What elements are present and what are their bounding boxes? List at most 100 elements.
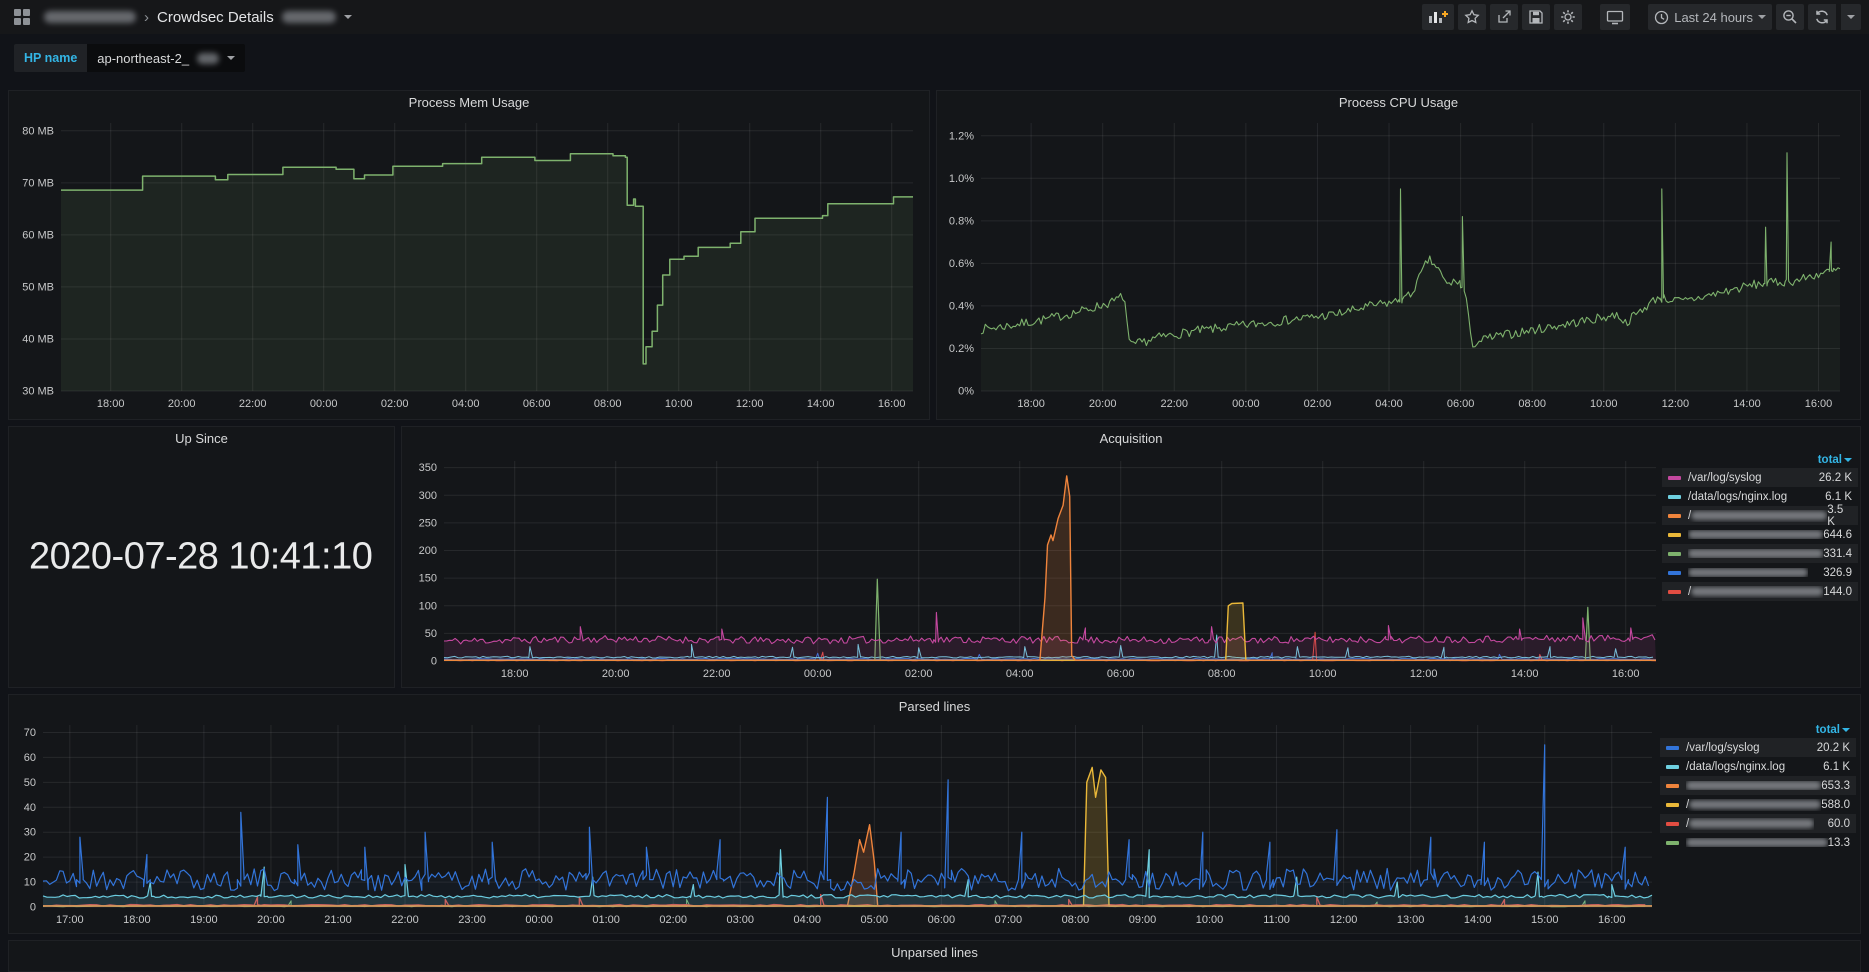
legend-row[interactable]: 326.9: [1662, 563, 1858, 582]
series-label: /data/logs/nginx.log: [1686, 761, 1785, 773]
svg-text:22:00: 22:00: [391, 914, 419, 926]
time-range-picker[interactable]: Last 24 hours: [1648, 4, 1772, 30]
svg-text:0.6%: 0.6%: [949, 258, 974, 270]
svg-text:00:00: 00:00: [310, 398, 338, 410]
series-label: /: [1688, 510, 1827, 522]
svg-text:80 MB: 80 MB: [22, 125, 54, 137]
legend-row[interactable]: 644.6: [1662, 525, 1858, 544]
legend-row[interactable]: /588.0: [1660, 795, 1856, 814]
panel-unparsed-lines: Unparsed lines: [8, 940, 1861, 972]
svg-text:12:00: 12:00: [736, 398, 764, 410]
variable-value-dropdown[interactable]: ap-northeast-2_: [87, 44, 245, 72]
svg-text:50: 50: [24, 777, 36, 789]
svg-text:14:00: 14:00: [1511, 668, 1539, 680]
svg-text:04:00: 04:00: [1006, 668, 1034, 680]
cpu-usage-chart[interactable]: 0%0.2%0.4%0.6%0.8%1.0%1.2%18:0020:0022:0…: [941, 115, 1854, 417]
svg-text:23:00: 23:00: [458, 914, 486, 926]
navbar-actions: Last 24 hours: [1422, 4, 1861, 30]
svg-text:50 MB: 50 MB: [22, 281, 54, 293]
series-total-value: 60.0: [1828, 818, 1850, 830]
series-color-swatch: [1666, 841, 1679, 845]
svg-text:20:00: 20:00: [602, 668, 630, 680]
svg-text:10:00: 10:00: [665, 398, 693, 410]
breadcrumb-separator: ›: [144, 9, 149, 26]
series-total-value: 326.9: [1823, 567, 1852, 579]
legend-row[interactable]: /var/log/syslog20.2 K: [1660, 738, 1856, 757]
cycle-view-button[interactable]: [1600, 4, 1630, 30]
legend-row[interactable]: /data/logs/nginx.log 6.1 K: [1660, 757, 1856, 776]
panel-title-cpu[interactable]: Process CPU Usage: [937, 91, 1860, 113]
clock-icon: [1654, 10, 1669, 25]
legend-sort-header[interactable]: total: [1662, 451, 1858, 468]
variable-value-suffix-redacted: [197, 53, 219, 64]
parsed-lines-chart[interactable]: 01020304050607017:0018:0019:0020:0021:00…: [13, 719, 1658, 933]
series-total-value: 26.2 K: [1819, 472, 1852, 484]
acquisition-legend: total/var/log/syslog26.2 K/data/logs/ngi…: [1662, 451, 1858, 601]
series-total-value: 653.3: [1821, 780, 1850, 792]
series-color-swatch: [1668, 571, 1681, 575]
legend-row[interactable]: /3.5 K: [1662, 506, 1858, 525]
mem-usage-chart[interactable]: 30 MB40 MB50 MB60 MB70 MB80 MB18:0020:00…: [13, 115, 923, 417]
legend-sort-header[interactable]: total: [1660, 721, 1856, 738]
panel-title-unparsed[interactable]: Unparsed lines: [9, 941, 1860, 963]
panel-title-mem[interactable]: Process Mem Usage: [9, 91, 929, 113]
series-label: /data/logs/nginx.log: [1688, 491, 1787, 503]
series-color-swatch: [1668, 476, 1681, 480]
svg-text:02:00: 02:00: [659, 914, 687, 926]
series-total-value: 588.0: [1821, 799, 1850, 811]
legend-row[interactable]: /60.0: [1660, 814, 1856, 833]
svg-text:00:00: 00:00: [804, 668, 832, 680]
legend-row[interactable]: 653.3: [1660, 776, 1856, 795]
svg-text:22:00: 22:00: [239, 398, 267, 410]
svg-text:08:00: 08:00: [1208, 668, 1236, 680]
svg-text:30 MB: 30 MB: [22, 386, 54, 398]
svg-text:20:00: 20:00: [168, 398, 196, 410]
svg-text:40 MB: 40 MB: [22, 333, 54, 345]
breadcrumb-folder-redacted[interactable]: [44, 11, 136, 23]
svg-text:40: 40: [24, 802, 36, 814]
legend-row[interactable]: 331.4: [1662, 544, 1858, 563]
save-button[interactable]: [1522, 4, 1550, 30]
svg-text:20:00: 20:00: [257, 914, 285, 926]
svg-text:0.8%: 0.8%: [949, 215, 974, 227]
up-since-value: 2020-07-28 10:41:10: [29, 536, 372, 579]
svg-text:0.2%: 0.2%: [949, 343, 974, 355]
template-variable-hp-name: HP name ap-northeast-2_: [14, 44, 245, 72]
legend-row[interactable]: /var/log/syslog26.2 K: [1662, 468, 1858, 487]
settings-button[interactable]: [1554, 4, 1582, 30]
series-total-value: 6.1 K: [1823, 761, 1850, 773]
svg-text:70 MB: 70 MB: [22, 177, 54, 189]
legend-row[interactable]: 13.3: [1660, 833, 1856, 852]
share-button[interactable]: [1490, 4, 1518, 30]
dashboard-dropdown-caret-icon[interactable]: [344, 15, 352, 19]
svg-text:20:00: 20:00: [1089, 398, 1117, 410]
parsed-lines-legend: total/var/log/syslog20.2 K/data/logs/ngi…: [1660, 721, 1856, 852]
grafana-dashboard: › Crowdsec Details: [0, 0, 1869, 972]
svg-text:12:00: 12:00: [1330, 914, 1358, 926]
svg-text:02:00: 02:00: [381, 398, 409, 410]
dashboard-title[interactable]: Crowdsec Details: [157, 9, 274, 26]
panel-title-up-since[interactable]: Up Since: [9, 427, 394, 449]
add-panel-button[interactable]: [1422, 4, 1454, 30]
svg-text:300: 300: [419, 490, 437, 502]
panel-acquisition: Acquisition 05010015020025030035018:0020…: [401, 426, 1861, 688]
refresh-button[interactable]: [1808, 4, 1836, 30]
panel-title-parsed[interactable]: Parsed lines: [9, 695, 1860, 717]
refresh-interval-dropdown[interactable]: [1841, 4, 1861, 30]
panel-title-acquisition[interactable]: Acquisition: [402, 427, 1860, 449]
svg-text:10: 10: [24, 877, 36, 889]
svg-text:10:00: 10:00: [1196, 914, 1224, 926]
svg-text:60: 60: [24, 752, 36, 764]
apps-grid-icon[interactable]: [14, 9, 30, 25]
zoom-out-button[interactable]: [1776, 4, 1804, 30]
svg-text:50: 50: [425, 628, 437, 640]
legend-row[interactable]: /144.0: [1662, 582, 1858, 601]
svg-text:0: 0: [431, 656, 437, 668]
time-range-caret-icon: [1758, 15, 1766, 19]
series-label: [1688, 549, 1823, 558]
svg-text:14:00: 14:00: [1733, 398, 1761, 410]
star-button[interactable]: [1458, 4, 1486, 30]
panel-process-mem-usage: Process Mem Usage 30 MB40 MB50 MB60 MB70…: [8, 90, 930, 420]
acquisition-chart[interactable]: 05010015020025030035018:0020:0022:0000:0…: [410, 453, 1664, 685]
series-total-value: 3.5 K: [1827, 504, 1852, 528]
